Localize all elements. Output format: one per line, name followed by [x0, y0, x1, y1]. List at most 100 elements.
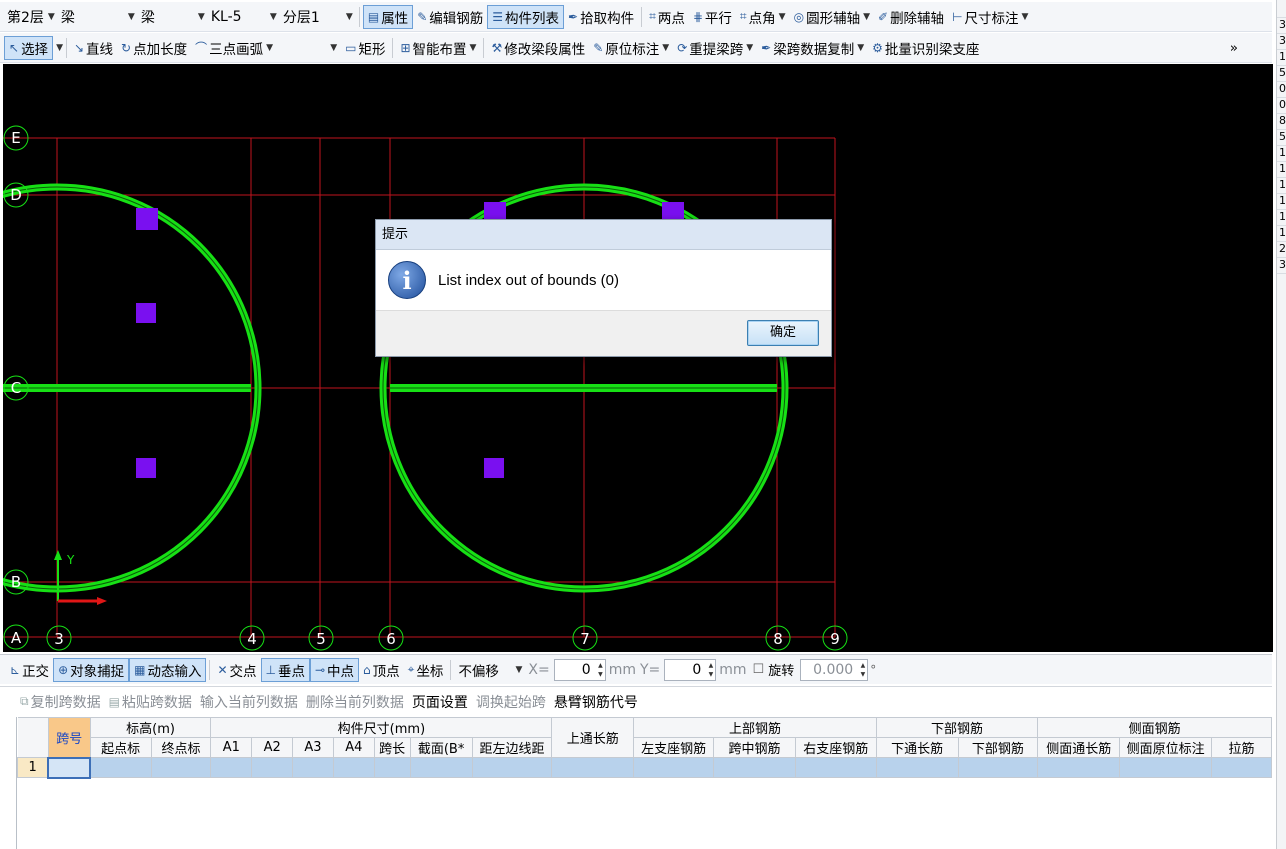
table-cell[interactable]: [251, 757, 294, 778]
perpendicular-snap[interactable]: ⊥ 垂点: [260, 657, 310, 682]
column[interactable]: [136, 458, 156, 478]
table-cell[interactable]: [1037, 757, 1121, 778]
coordinate-snap[interactable]: ⌖ 坐标: [404, 658, 448, 682]
select-dropdown-icon[interactable]: ▼: [56, 43, 63, 53]
rotate-checkbox[interactable]: ☐: [753, 662, 765, 677]
parallel-button[interactable]: ⋕ 平行: [689, 5, 736, 29]
table-cell[interactable]: [794, 757, 877, 778]
col-header-span-no[interactable]: 跨号: [47, 717, 91, 758]
smart-layout-button[interactable]: ⊞ 智能布置 ▼: [396, 36, 480, 60]
two-points-button[interactable]: ⌗ 两点: [645, 5, 689, 29]
col-header-end-elev[interactable]: 终点标: [150, 737, 212, 758]
table-cell[interactable]: [471, 757, 553, 778]
table-cell[interactable]: [332, 757, 375, 778]
table-cell[interactable]: [1211, 757, 1272, 778]
type-select[interactable]: 梁 ▼: [138, 6, 208, 28]
modify-span-props-button[interactable]: ⚒ 修改梁段属性: [487, 36, 589, 60]
span-copy-button[interactable]: ✒ 梁跨数据复制 ▼: [757, 36, 868, 60]
col-header-start-elev[interactable]: 起点标: [89, 737, 152, 758]
spinner-icon[interactable]: ▲ ▼: [709, 661, 714, 679]
panel-row: 1: [1277, 162, 1286, 178]
col-header-bottom-continuous[interactable]: 下通长筋: [875, 737, 959, 758]
copy-span-button[interactable]: ⧉ 复制跨数据: [16, 690, 105, 714]
table-cell[interactable]: [292, 757, 334, 778]
table-cell[interactable]: [373, 757, 411, 778]
col-header-tie-bar[interactable]: 拉筋: [1211, 737, 1272, 758]
table-row[interactable]: 1: [17, 756, 1272, 779]
col-header-left-edge-dist[interactable]: 距左边线距: [471, 737, 553, 758]
col-header-span-length[interactable]: 跨长: [373, 737, 411, 758]
in-situ-label-button[interactable]: ✎ 原位标注 ▼: [589, 36, 673, 60]
offset-dropdown-icon[interactable]: ▼: [515, 665, 522, 675]
col-header-section-size[interactable]: 截面(B*: [409, 737, 473, 758]
re-span-button[interactable]: ⟳ 重提梁跨 ▼: [673, 36, 757, 60]
col-header-side-in-situ[interactable]: 侧面原位标注: [1119, 737, 1213, 758]
properties-button[interactable]: ▤ 属性: [362, 4, 414, 29]
spinner-icon[interactable]: ▲ ▼: [598, 661, 603, 679]
col-header-bottom-rebar[interactable]: 下部钢筋: [957, 737, 1039, 758]
table-cell[interactable]: [713, 757, 796, 778]
panel-row: 5: [1277, 66, 1286, 82]
rotate-input[interactable]: 0.000 ▲ ▼: [800, 658, 869, 681]
offset-select[interactable]: 不偏移: [454, 658, 512, 682]
swap-start-button[interactable]: 调换起始跨: [472, 690, 550, 714]
col-header-a2[interactable]: A2: [251, 737, 294, 758]
object-snap-toggle[interactable]: ⊕ 对象捕捉: [53, 657, 130, 682]
toolbar-overflow-button[interactable]: »: [1226, 36, 1242, 60]
table-cell[interactable]: [409, 757, 473, 778]
table-cell[interactable]: [47, 756, 92, 779]
col-header-right-support[interactable]: 右支座钢筋: [794, 737, 877, 758]
col-header-a3[interactable]: A3: [292, 737, 334, 758]
col-header-left-support[interactable]: 左支座钢筋: [633, 737, 715, 758]
line-button[interactable]: ↘ 直线: [70, 36, 117, 60]
col-header-midspan[interactable]: 跨中钢筋: [713, 737, 796, 758]
category-select[interactable]: 梁 ▼: [58, 6, 138, 28]
col-header-side-continuous[interactable]: 侧面通长筋: [1037, 737, 1121, 758]
table-cell[interactable]: [89, 757, 152, 778]
point-angle-button[interactable]: ⌗ 点角 ▼: [736, 5, 790, 29]
dimension-button[interactable]: ⊢ 尺寸标注 ▼: [948, 5, 1032, 29]
component-select[interactable]: KL-5 ▼: [208, 6, 280, 28]
midpoint-snap[interactable]: ⊸ 中点: [309, 657, 360, 682]
column[interactable]: [136, 208, 158, 230]
col-header-a1[interactable]: A1: [210, 737, 253, 758]
table-cell[interactable]: [210, 757, 253, 778]
cantilever-code-button[interactable]: 悬臂钢筋代号: [550, 690, 642, 714]
column[interactable]: [484, 458, 504, 478]
coordinate-icon: ⌖: [407, 662, 415, 676]
circle-axis-button[interactable]: ◎ 圆形辅轴 ▼: [790, 5, 874, 29]
drawing-canvas[interactable]: E D C B A 3 4 5 6 7 8 9 Y: [3, 64, 1273, 652]
select-button[interactable]: ↖ 选择: [4, 35, 54, 60]
layer-select[interactable]: 分层1 ▼: [280, 6, 356, 28]
table-cell[interactable]: [633, 757, 715, 778]
delete-axis-button[interactable]: ✐ 删除辅轴: [874, 5, 948, 29]
ok-button[interactable]: 确定: [747, 320, 819, 346]
rectangle-button[interactable]: ▭ 矩形: [341, 36, 389, 60]
batch-identify-button[interactable]: ⚙ 批量识别梁支座: [868, 36, 983, 60]
table-cell[interactable]: [957, 757, 1039, 778]
x-input[interactable]: 0 ▲ ▼: [553, 658, 606, 681]
col-header-top-continuous[interactable]: 上通长筋: [551, 717, 635, 758]
input-column-button[interactable]: 输入当前列数据: [196, 690, 302, 714]
table-cell[interactable]: [1119, 757, 1213, 778]
vertex-snap[interactable]: ⌂ 顶点: [359, 658, 404, 682]
table-cell[interactable]: [551, 757, 635, 778]
edit-rebar-button[interactable]: ✎ 编辑钢筋: [413, 5, 487, 29]
col-header-a4[interactable]: A4: [332, 737, 375, 758]
component-list-button[interactable]: ☰ 构件列表: [487, 4, 565, 29]
three-point-arc-button[interactable]: ⌒ 三点画弧 ▼ ▼: [191, 36, 341, 60]
point-length-button[interactable]: ↻ 点加长度: [117, 36, 191, 60]
table-cell[interactable]: [875, 757, 959, 778]
column[interactable]: [136, 303, 156, 323]
delete-column-button[interactable]: 删除当前列数据: [302, 690, 408, 714]
ortho-toggle[interactable]: ⊾ 正交: [6, 658, 53, 682]
pick-component-button[interactable]: ✒ 拾取构件: [564, 5, 638, 29]
dynamic-input-toggle[interactable]: ▦ 动态输入: [129, 657, 207, 682]
page-setup-button[interactable]: 页面设置: [408, 690, 472, 714]
spinner-icon[interactable]: ▲ ▼: [861, 661, 866, 679]
table-cell[interactable]: [150, 757, 212, 778]
floor-select[interactable]: 第2层 ▼: [4, 6, 58, 28]
intersection-snap[interactable]: ✕ 交点: [213, 658, 260, 682]
paste-span-button[interactable]: ▤ 粘贴跨数据: [105, 690, 196, 714]
y-input[interactable]: 0 ▲ ▼: [664, 658, 717, 681]
